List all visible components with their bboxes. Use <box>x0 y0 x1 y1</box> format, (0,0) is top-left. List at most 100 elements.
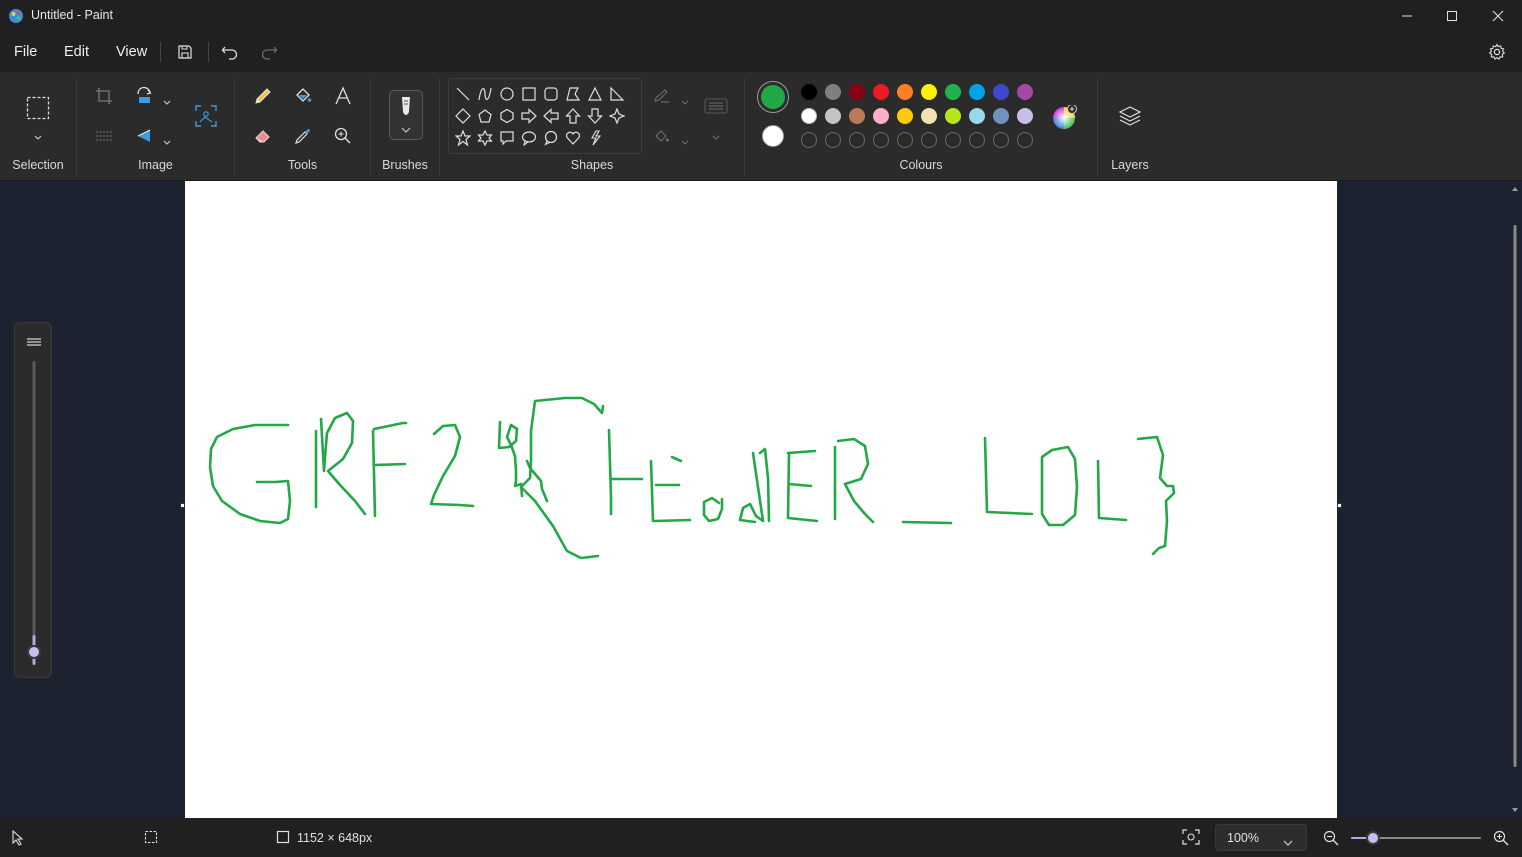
triangle-shape-icon[interactable] <box>585 84 605 104</box>
secondary-color-button[interactable] <box>762 125 784 147</box>
flip-icon[interactable] <box>131 122 159 150</box>
text-tool-icon[interactable] <box>329 82 357 110</box>
primary-color-button[interactable] <box>757 81 789 113</box>
outline-chevron-down-icon[interactable] <box>681 93 689 111</box>
six-point-star-shape-icon[interactable] <box>475 128 495 148</box>
rotate-icon[interactable] <box>131 82 159 110</box>
custom-color-slot[interactable] <box>801 132 817 148</box>
drawing-canvas[interactable] <box>185 181 1337 818</box>
line-shape-icon[interactable] <box>453 84 473 104</box>
close-button[interactable] <box>1475 0 1521 32</box>
up-arrow-shape-icon[interactable] <box>563 106 583 126</box>
selection-tool-button[interactable] <box>24 94 52 122</box>
canvas-resize-handle-right[interactable] <box>1337 503 1342 508</box>
left-arrow-shape-icon[interactable] <box>541 106 561 126</box>
vertical-scrollbar[interactable] <box>1508 181 1522 818</box>
size-icon[interactable] <box>704 96 728 116</box>
palette-color-swatch[interactable] <box>849 84 865 100</box>
palette-color-swatch[interactable] <box>897 108 913 124</box>
palette-color-swatch[interactable] <box>1017 108 1033 124</box>
palette-color-swatch[interactable] <box>921 108 937 124</box>
oval-callout-shape-icon[interactable] <box>519 128 539 148</box>
custom-color-slot[interactable] <box>897 132 913 148</box>
palette-color-swatch[interactable] <box>849 108 865 124</box>
flip-chevron-down-icon[interactable] <box>163 133 171 151</box>
eraser-icon[interactable] <box>249 122 277 150</box>
menu-view[interactable]: View <box>116 44 147 60</box>
palette-color-swatch[interactable] <box>1017 84 1033 100</box>
heart-shape-icon[interactable] <box>563 128 583 148</box>
menu-file[interactable]: File <box>14 44 37 60</box>
chevron-down-icon[interactable] <box>34 128 42 146</box>
palette-color-swatch[interactable] <box>993 108 1009 124</box>
rotate-chevron-down-icon[interactable] <box>163 93 171 111</box>
palette-color-swatch[interactable] <box>993 84 1009 100</box>
maximize-button[interactable] <box>1429 0 1475 32</box>
five-point-star-shape-icon[interactable] <box>453 128 473 148</box>
custom-color-slot[interactable] <box>873 132 889 148</box>
lightning-shape-icon[interactable] <box>585 128 605 148</box>
zoom-out-icon[interactable] <box>1323 830 1339 851</box>
palette-color-swatch[interactable] <box>801 108 817 124</box>
oval-shape-icon[interactable] <box>497 84 517 104</box>
custom-color-slot[interactable] <box>825 132 841 148</box>
fill-icon[interactable] <box>652 126 672 146</box>
diamond-shape-icon[interactable] <box>453 106 473 126</box>
undo-icon[interactable] <box>218 40 242 64</box>
brush-size-slider[interactable] <box>14 322 52 678</box>
canvas-resize-handle-left[interactable] <box>180 503 185 508</box>
rectangular-callout-shape-icon[interactable] <box>497 128 517 148</box>
palette-color-swatch[interactable] <box>801 84 817 100</box>
size-chevron-down-icon[interactable] <box>712 128 720 146</box>
custom-color-slot[interactable] <box>1017 132 1033 148</box>
fill-chevron-down-icon[interactable] <box>681 133 689 151</box>
custom-color-slot[interactable] <box>945 132 961 148</box>
palette-color-swatch[interactable] <box>873 108 889 124</box>
zoom-in-icon[interactable] <box>1493 830 1509 851</box>
menu-edit[interactable]: Edit <box>64 44 89 60</box>
curve-shape-icon[interactable] <box>475 84 495 104</box>
custom-color-slot[interactable] <box>969 132 985 148</box>
palette-color-swatch[interactable] <box>825 108 841 124</box>
pentagon-shape-icon[interactable] <box>475 106 495 126</box>
minimize-button[interactable] <box>1384 0 1430 32</box>
palette-color-swatch[interactable] <box>825 84 841 100</box>
palette-color-swatch[interactable] <box>969 108 985 124</box>
resize-icon[interactable] <box>90 122 118 150</box>
cloud-callout-shape-icon[interactable] <box>541 128 561 148</box>
four-point-star-shape-icon[interactable] <box>607 106 627 126</box>
settings-gear-icon[interactable] <box>1485 40 1509 64</box>
layers-icon[interactable] <box>1116 102 1144 130</box>
palette-color-swatch[interactable] <box>945 108 961 124</box>
custom-color-slot[interactable] <box>993 132 1009 148</box>
rectangle-shape-icon[interactable] <box>519 84 539 104</box>
image-generator-icon[interactable] <box>192 102 220 130</box>
edit-colors-icon[interactable] <box>1051 104 1077 131</box>
color-picker-icon[interactable] <box>289 122 317 150</box>
right-arrow-shape-icon[interactable] <box>519 106 539 126</box>
magnifier-icon[interactable] <box>329 122 357 150</box>
zoom-slider[interactable] <box>1350 830 1482 846</box>
custom-color-slot[interactable] <box>921 132 937 148</box>
polygon-shape-icon[interactable] <box>563 84 583 104</box>
zoom-dropdown[interactable]: 100% <box>1215 824 1307 851</box>
zoom-chevron-down-icon <box>1283 834 1293 852</box>
rounded-rectangle-shape-icon[interactable] <box>541 84 561 104</box>
down-arrow-shape-icon[interactable] <box>585 106 605 126</box>
palette-color-swatch[interactable] <box>897 84 913 100</box>
custom-color-slot[interactable] <box>849 132 865 148</box>
brushes-button[interactable] <box>389 90 423 140</box>
save-icon[interactable] <box>173 40 197 64</box>
crop-icon[interactable] <box>90 82 118 110</box>
redo-icon[interactable] <box>257 40 281 64</box>
palette-color-swatch[interactable] <box>921 84 937 100</box>
pencil-icon[interactable] <box>249 82 277 110</box>
fit-to-window-icon[interactable] <box>1182 829 1200 850</box>
palette-color-swatch[interactable] <box>873 84 889 100</box>
right-triangle-shape-icon[interactable] <box>607 84 627 104</box>
outline-icon[interactable] <box>652 86 672 106</box>
palette-color-swatch[interactable] <box>969 84 985 100</box>
fill-bucket-icon[interactable] <box>289 82 317 110</box>
palette-color-swatch[interactable] <box>945 84 961 100</box>
hexagon-shape-icon[interactable] <box>497 106 517 126</box>
